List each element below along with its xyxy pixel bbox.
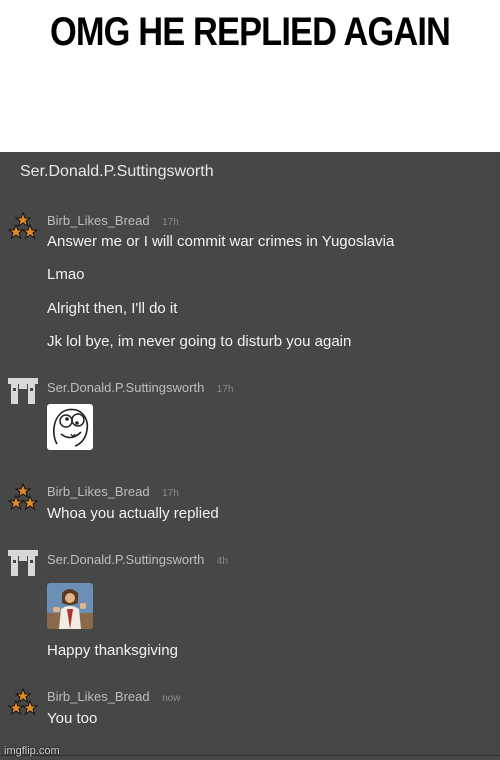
pixel-pillars-icon[interactable] (8, 548, 38, 578)
imgflip-watermark: imgflip.com (4, 745, 60, 757)
message-text: Jk lol bye, im never going to disturb yo… (47, 333, 352, 350)
message-text: Whoa you actually replied (47, 505, 219, 522)
message-text: Lmao (47, 266, 85, 283)
message-time: now (162, 693, 181, 704)
three-stars-icon[interactable] (8, 482, 38, 512)
buddy-christ-image[interactable] (47, 583, 93, 629)
author-line: Ser.Donald.P.Suttingsworth 17h (47, 380, 233, 396)
message-text: Answer me or I will commit war crimes in… (47, 233, 395, 250)
chat-panel: Ser.Donald.P.Suttingsworth Birb_Likes_Br… (0, 152, 500, 760)
pixel-pillars-icon[interactable] (8, 376, 38, 406)
three-stars-icon[interactable] (8, 687, 38, 717)
author-name[interactable]: Ser.Donald.P.Suttingsworth (47, 552, 204, 567)
message-time: 17h (162, 217, 179, 228)
message-text: You too (47, 710, 98, 727)
message-text: Happy thanksgiving (47, 642, 178, 659)
chat-header-title: Ser.Donald.P.Suttingsworth (20, 163, 214, 180)
author-line: Ser.Donald.P.Suttingsworth 4h (47, 552, 228, 568)
author-line: Birb_Likes_Bread 17h (47, 484, 179, 500)
meme-caption: OMG HE REPLIED AGAIN (49, 10, 451, 54)
message-time: 4h (216, 556, 228, 567)
divider (0, 755, 500, 756)
three-stars-icon[interactable] (8, 211, 38, 241)
author-name[interactable]: Birb_Likes_Bread (47, 689, 150, 704)
author-line: Birb_Likes_Bread 17h (47, 213, 179, 229)
message-time: 17h (162, 488, 179, 499)
author-line: Birb_Likes_Bread now (47, 689, 180, 705)
author-name[interactable]: Birb_Likes_Bread (47, 484, 150, 499)
derp-rage-face-image[interactable] (47, 404, 93, 450)
author-name[interactable]: Birb_Likes_Bread (47, 213, 150, 228)
message-text: Alright then, I'll do it (47, 300, 178, 317)
author-name[interactable]: Ser.Donald.P.Suttingsworth (47, 380, 204, 395)
message-time: 17h (216, 384, 234, 395)
